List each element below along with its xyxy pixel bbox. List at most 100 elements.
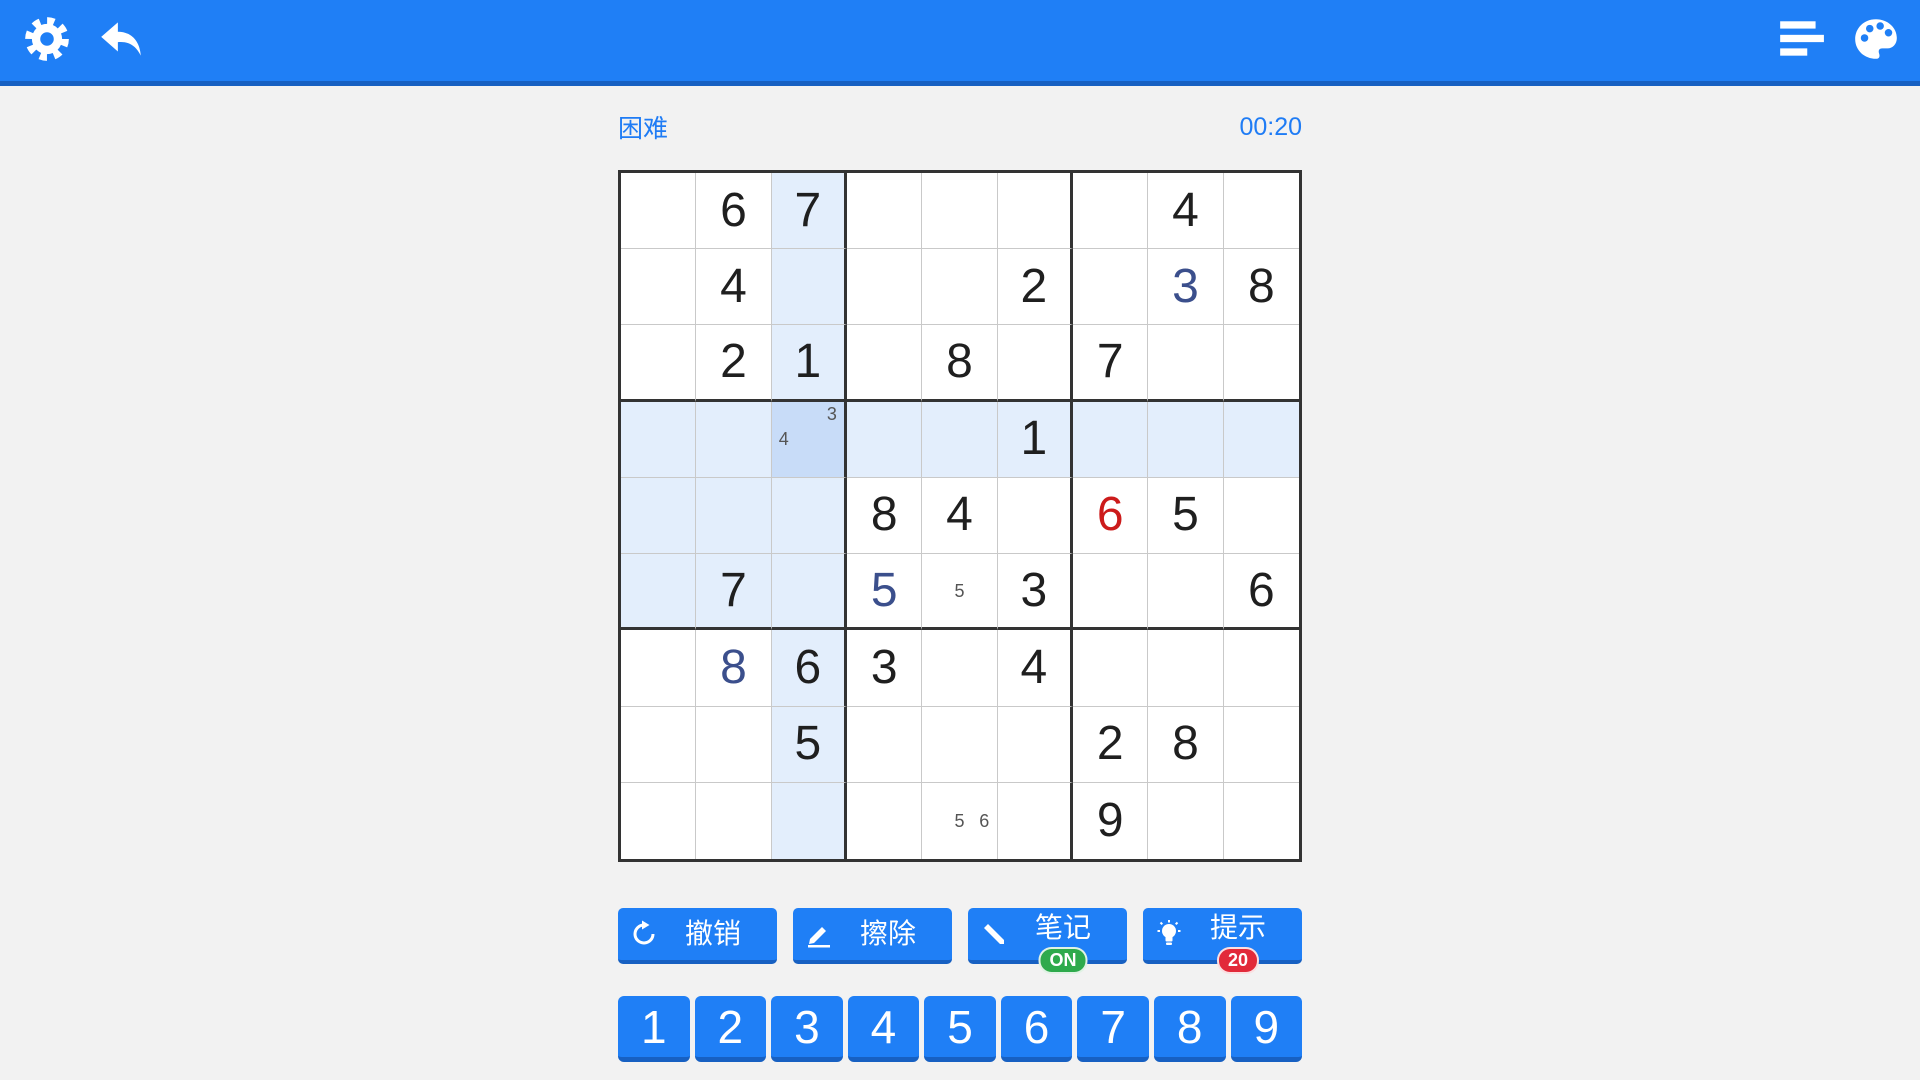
board-cell[interactable]: 4 xyxy=(696,249,772,326)
erase-button[interactable]: 擦除 xyxy=(793,908,952,964)
board-cell[interactable]: 34 xyxy=(771,401,847,478)
board-cell[interactable]: 8 xyxy=(922,325,998,402)
number-button-9[interactable]: 9 xyxy=(1230,996,1303,1062)
theme-button[interactable] xyxy=(1850,13,1902,65)
board-cell[interactable] xyxy=(997,706,1073,783)
board-cell[interactable] xyxy=(621,782,697,859)
board-cell[interactable] xyxy=(997,173,1073,250)
board-cell[interactable]: 56 xyxy=(922,782,998,859)
notes-button[interactable]: 笔记 ON xyxy=(968,908,1127,974)
cell-digit: 4 xyxy=(946,488,973,542)
board-cell[interactable]: 5 xyxy=(771,706,847,783)
number-button-6[interactable]: 6 xyxy=(1000,996,1073,1062)
board-cell[interactable] xyxy=(1148,782,1224,859)
board-cell[interactable] xyxy=(922,173,998,250)
board-cell[interactable]: 1 xyxy=(771,325,847,402)
board-cell[interactable] xyxy=(1223,401,1299,478)
board-cell[interactable]: 6 xyxy=(1073,477,1149,555)
board-cell[interactable]: 3 xyxy=(847,630,923,707)
board-cell[interactable]: 9 xyxy=(1073,782,1149,859)
board-cell[interactable] xyxy=(1073,401,1149,478)
settings-button[interactable] xyxy=(21,13,73,65)
board-cell[interactable] xyxy=(847,706,923,783)
number-button-8[interactable]: 8 xyxy=(1153,996,1226,1062)
number-button-5[interactable]: 5 xyxy=(924,996,996,1062)
board-cell[interactable] xyxy=(1148,630,1224,707)
board-cell[interactable] xyxy=(1073,554,1149,631)
board-cell[interactable] xyxy=(1073,249,1149,326)
number-button-3[interactable]: 3 xyxy=(771,996,843,1062)
board-cell[interactable]: 6 xyxy=(771,630,847,707)
statistics-button[interactable] xyxy=(1775,13,1827,65)
board-cell[interactable] xyxy=(621,249,697,326)
board-cell[interactable]: 4 xyxy=(1148,173,1224,250)
board-cell[interactable] xyxy=(696,477,772,555)
board-cell[interactable]: 5 xyxy=(1148,477,1224,555)
board-cell[interactable]: 8 xyxy=(1223,249,1299,326)
board-cell[interactable] xyxy=(771,477,847,555)
board-cell[interactable] xyxy=(922,401,998,478)
board-cell[interactable] xyxy=(1148,554,1224,631)
board-cell[interactable] xyxy=(1073,630,1149,707)
board-cell[interactable] xyxy=(621,706,697,783)
board-cell[interactable] xyxy=(922,630,998,707)
board-cell[interactable] xyxy=(847,325,923,402)
board-cell[interactable]: 6 xyxy=(1223,554,1299,631)
board-cell[interactable]: 3 xyxy=(997,554,1073,631)
board-cell[interactable] xyxy=(621,554,697,631)
board-cell[interactable] xyxy=(696,782,772,859)
board-cell[interactable] xyxy=(1223,173,1299,250)
board-cell[interactable] xyxy=(1223,478,1299,555)
board-cell[interactable] xyxy=(621,173,697,250)
board-cell[interactable] xyxy=(696,401,772,478)
board-cell[interactable] xyxy=(1148,325,1224,402)
board-cell[interactable]: 8 xyxy=(1148,706,1224,783)
number-button-1[interactable]: 1 xyxy=(618,996,690,1062)
board-cell[interactable] xyxy=(922,706,998,783)
board-cell[interactable] xyxy=(1224,783,1299,859)
board-cell[interactable]: 2 xyxy=(1073,706,1149,783)
board-cell[interactable]: 8 xyxy=(847,477,923,555)
board-cell[interactable] xyxy=(621,477,697,555)
number-button-4[interactable]: 4 xyxy=(847,996,920,1062)
board-cell[interactable] xyxy=(621,401,697,478)
board-cell[interactable]: 5 xyxy=(847,554,923,631)
board-cell[interactable] xyxy=(1223,707,1299,783)
board-cell[interactable]: 2 xyxy=(997,249,1073,326)
board-cell[interactable] xyxy=(847,249,923,326)
board-cell[interactable] xyxy=(997,477,1073,555)
board-cell[interactable] xyxy=(998,782,1073,859)
board-cell[interactable] xyxy=(847,401,923,478)
board-cell[interactable] xyxy=(1148,401,1224,478)
board-cell[interactable] xyxy=(922,249,998,326)
board-cell[interactable] xyxy=(997,325,1073,402)
board-cell[interactable] xyxy=(1073,173,1149,250)
board-cell[interactable] xyxy=(621,630,697,707)
board-cell[interactable]: 2 xyxy=(696,325,772,402)
board-cell[interactable] xyxy=(696,706,772,783)
board-cell[interactable] xyxy=(847,173,923,250)
board-cell[interactable]: 8 xyxy=(696,630,772,707)
board-cell[interactable]: 1 xyxy=(997,401,1073,478)
board-cell[interactable]: 3 xyxy=(1148,249,1224,326)
board-cell[interactable]: 4 xyxy=(922,477,998,555)
undo-button[interactable]: 撤销 xyxy=(618,908,777,964)
board-cell[interactable]: 6 xyxy=(696,173,772,250)
board-cell[interactable]: 7 xyxy=(1073,325,1149,402)
board-cell[interactable] xyxy=(771,249,847,326)
number-button-2[interactable]: 2 xyxy=(694,996,767,1062)
board-cell[interactable]: 7 xyxy=(771,173,847,250)
board-cell[interactable] xyxy=(847,782,923,859)
number-button-7[interactable]: 7 xyxy=(1077,996,1149,1062)
board-cell[interactable]: 5 xyxy=(922,554,998,631)
cell-digit: 7 xyxy=(720,563,747,617)
board-cell[interactable] xyxy=(1223,630,1299,707)
board-cell[interactable] xyxy=(1223,325,1299,402)
board-cell[interactable] xyxy=(771,554,847,631)
back-button[interactable] xyxy=(95,13,147,65)
hint-button[interactable]: 提示 20 xyxy=(1143,908,1302,974)
board-cell[interactable] xyxy=(621,325,697,402)
board-cell[interactable]: 7 xyxy=(696,554,772,631)
board-cell[interactable] xyxy=(771,782,847,859)
board-cell[interactable]: 4 xyxy=(997,630,1073,707)
